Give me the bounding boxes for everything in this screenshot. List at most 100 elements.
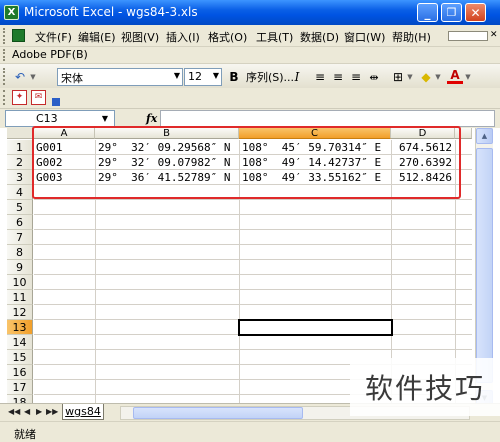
fill-color-icon[interactable]: ◆	[418, 69, 434, 85]
insert-function-icon[interactable]: fx	[146, 112, 157, 125]
close-button[interactable]: ✕	[465, 3, 486, 22]
menu-close-icon[interactable]: ✕	[490, 30, 498, 40]
row-header-2[interactable]: 2	[7, 155, 33, 170]
selected-cell-c13[interactable]	[238, 319, 393, 336]
toolbar2-grip[interactable]	[3, 90, 6, 105]
row-header-15[interactable]: 15	[7, 350, 33, 365]
font-color-icon[interactable]: A	[447, 68, 463, 84]
font-name-select[interactable]: 宋体 ▼	[57, 68, 183, 86]
watermark: 软件技巧	[350, 358, 500, 416]
prev-sheet-button[interactable]: ◀	[24, 407, 30, 416]
menu-window[interactable]: 窗口(W)	[344, 28, 385, 44]
scroll-up-button[interactable]: ▲	[476, 128, 493, 144]
font-size-value: 12	[188, 70, 202, 83]
pdf-email-icon[interactable]: ✉	[31, 90, 46, 105]
help-search-box[interactable]	[448, 31, 488, 41]
next-sheet-button[interactable]: ▶	[36, 407, 42, 416]
undo-dropdown-icon[interactable]: ▼	[28, 69, 38, 85]
chevron-down-icon: ▼	[101, 114, 108, 123]
formatting-toolbar: ↶ ▼ 宋体 ▼ 12 ▼ B 序列(S)... I ≡ ≡ ≡ ⇹ ⊞ ▼ ◆…	[0, 63, 500, 88]
align-left-icon[interactable]: ≡	[312, 69, 328, 85]
chevron-down-icon: ▼	[173, 71, 180, 80]
sheet-tab-wgs84[interactable]: wgs84	[62, 404, 104, 420]
align-center-icon[interactable]: ≡	[330, 69, 346, 85]
row-header-8[interactable]: 8	[7, 245, 33, 260]
row-header-13[interactable]: 13	[7, 320, 33, 335]
pdf-toolbar-grip[interactable]	[3, 49, 6, 61]
menu-insert[interactable]: 插入(I)	[166, 28, 200, 44]
row-header-12[interactable]: 12	[7, 305, 33, 320]
row-header-9[interactable]: 9	[7, 260, 33, 275]
font-name-value: 宋体	[61, 72, 83, 85]
menu-file[interactable]: 文件(F)	[35, 28, 72, 44]
row-header-6[interactable]: 6	[7, 215, 33, 230]
merge-center-icon[interactable]: ⇹	[366, 69, 382, 85]
row-header-17[interactable]: 17	[7, 380, 33, 395]
title-bar: X Microsoft Excel - wgs84-3.xls _ ❐ ✕	[0, 0, 500, 25]
gridline	[34, 349, 472, 350]
row-header-1[interactable]: 1	[7, 140, 33, 155]
convert-to-pdf-icon[interactable]: ✦	[12, 90, 27, 105]
last-sheet-button[interactable]: ▶▶	[46, 407, 58, 416]
excel-doc-icon[interactable]	[12, 29, 25, 42]
gridline	[34, 259, 472, 260]
window-title: Microsoft Excel - wgs84-3.xls	[24, 5, 198, 19]
row-header-16[interactable]: 16	[7, 365, 33, 380]
borders-icon[interactable]: ⊞	[390, 69, 406, 85]
excel-icon[interactable]: X	[4, 5, 19, 20]
row-header-10[interactable]: 10	[7, 275, 33, 290]
first-sheet-button[interactable]: ◀◀	[8, 407, 20, 416]
select-all-corner[interactable]	[7, 128, 33, 139]
menu-view[interactable]: 视图(V)	[121, 28, 159, 44]
restore-icon: ❐	[446, 6, 457, 19]
gridline	[34, 304, 472, 305]
row-header-11[interactable]: 11	[7, 290, 33, 305]
row-header-14[interactable]: 14	[7, 335, 33, 350]
toolbar-options-icon[interactable]	[52, 98, 60, 106]
formula-input[interactable]	[160, 110, 495, 127]
close-icon: ✕	[470, 5, 481, 20]
restore-button[interactable]: ❐	[441, 3, 462, 22]
gridline	[34, 229, 472, 230]
italic-button[interactable]: I	[290, 69, 304, 85]
adobe-pdf-toolbar: Adobe PDF(B)	[0, 47, 500, 63]
horizontal-scroll-thumb[interactable]	[133, 407, 303, 419]
name-box-value: C13	[36, 112, 58, 125]
fill-color-dropdown-icon[interactable]: ▼	[434, 69, 442, 85]
gridline	[34, 244, 472, 245]
gridline	[34, 274, 472, 275]
minimize-icon: _	[424, 5, 431, 20]
font-color-dropdown-icon[interactable]: ▼	[464, 69, 472, 85]
align-right-icon[interactable]: ≡	[348, 69, 364, 85]
pdf-icons-toolbar: ✦ ✉	[0, 88, 500, 108]
sequence-button[interactable]: 序列(S)...	[244, 69, 296, 85]
row-header-3[interactable]: 3	[7, 170, 33, 185]
name-box[interactable]: C13 ▼	[5, 110, 115, 127]
minimize-button[interactable]: _	[417, 3, 438, 22]
bold-button[interactable]: B	[226, 69, 242, 85]
formula-bar: C13 ▼ fx	[0, 108, 500, 128]
menu-format[interactable]: 格式(O)	[208, 28, 247, 44]
row-header-5[interactable]: 5	[7, 200, 33, 215]
toolbar-grip[interactable]	[3, 68, 6, 85]
adobe-pdf-menu[interactable]: Adobe PDF(B)	[12, 48, 88, 61]
row-header-7[interactable]: 7	[7, 230, 33, 245]
borders-dropdown-icon[interactable]: ▼	[406, 69, 414, 85]
gridline	[34, 289, 472, 290]
undo-icon[interactable]: ↶	[12, 69, 28, 85]
menu-grip[interactable]	[3, 28, 6, 44]
font-size-select[interactable]: 12 ▼	[184, 68, 222, 86]
menu-bar: 文件(F) 编辑(E) 视图(V) 插入(I) 格式(O) 工具(T) 数据(D…	[0, 25, 500, 47]
gridline	[34, 199, 472, 200]
row-header-4[interactable]: 4	[7, 185, 33, 200]
gridline	[34, 214, 472, 215]
vertical-scroll-thumb[interactable]	[476, 148, 493, 383]
status-bar: 就绪	[0, 421, 500, 442]
menu-help[interactable]: 帮助(H)	[392, 28, 431, 44]
menu-tools[interactable]: 工具(T)	[256, 28, 293, 44]
status-text: 就绪	[14, 428, 36, 441]
menu-data[interactable]: 数据(D)	[300, 28, 339, 44]
menu-edit[interactable]: 编辑(E)	[78, 28, 116, 44]
data-highlight-box	[32, 126, 461, 199]
chevron-down-icon: ▼	[212, 71, 219, 80]
